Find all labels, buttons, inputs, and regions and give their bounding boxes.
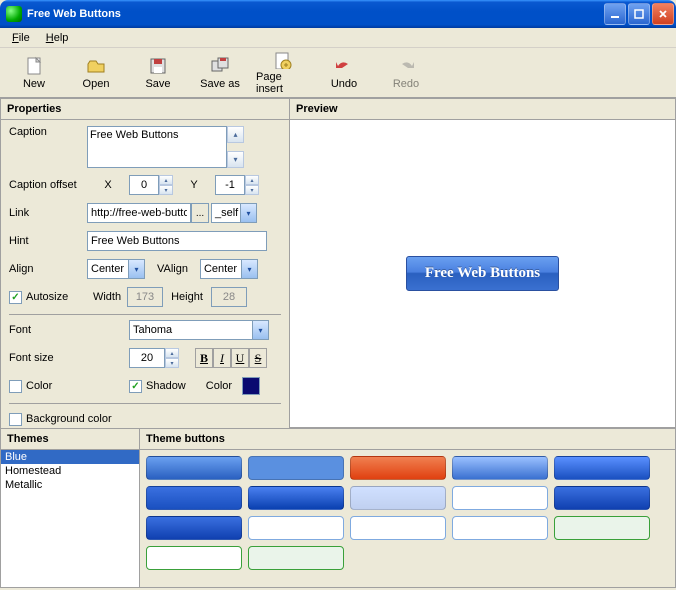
redo-button[interactable]: Redo (380, 51, 432, 95)
theme-item[interactable]: Homestead (1, 464, 139, 478)
theme-button[interactable] (248, 516, 344, 540)
link-input[interactable] (87, 203, 191, 223)
theme-button[interactable] (146, 546, 242, 570)
undo-button[interactable]: Undo (318, 51, 370, 95)
theme-button[interactable] (350, 516, 446, 540)
open-button[interactable]: Open (70, 51, 122, 95)
strike-button[interactable]: S (249, 348, 267, 368)
bold-button[interactable]: B (195, 348, 213, 368)
preview-panel: Preview Free Web Buttons (290, 98, 676, 428)
font-label: Font (9, 324, 129, 336)
caption-scroll-down[interactable]: ▾ (227, 151, 244, 168)
themes-panel: Themes BlueHomesteadMetallic (0, 428, 140, 588)
theme-button[interactable] (554, 456, 650, 480)
offset-y-input[interactable] (215, 175, 245, 195)
theme-button[interactable] (350, 486, 446, 510)
save-button[interactable]: Save (132, 51, 184, 95)
valign-label: VAlign (157, 263, 188, 275)
fontsize-up[interactable]: ▴ (165, 348, 179, 358)
new-button[interactable]: New (8, 51, 60, 95)
autosize-checkbox[interactable]: ✓Autosize (9, 291, 87, 304)
caption-label: Caption (9, 126, 87, 138)
theme-button[interactable] (452, 516, 548, 540)
shadowcolor-swatch[interactable] (242, 377, 260, 395)
offset-x-up[interactable]: ▴ (159, 175, 173, 185)
menu-file[interactable]: File (4, 30, 38, 46)
textcolor-checkbox[interactable]: Color (9, 380, 87, 393)
align-select[interactable]: Center▾ (87, 259, 145, 279)
caption-scroll-up[interactable]: ▴ (227, 126, 244, 143)
theme-button[interactable] (146, 456, 242, 480)
y-label: Y (173, 179, 215, 191)
offset-x-down[interactable]: ▾ (159, 185, 173, 195)
offset-x-input[interactable] (129, 175, 159, 195)
app-icon (6, 6, 22, 22)
width-label: Width (87, 291, 127, 303)
hint-label: Hint (9, 235, 87, 247)
window-title: Free Web Buttons (27, 8, 604, 20)
link-label: Link (9, 207, 87, 219)
theme-button[interactable] (146, 516, 242, 540)
properties-panel: Properties Caption Free Web Buttons ▴ ▾ … (0, 98, 290, 428)
theme-item[interactable]: Blue (1, 450, 139, 464)
properties-header: Properties (1, 99, 289, 120)
theme-buttons-grid (140, 450, 675, 587)
chevron-down-icon: ▾ (241, 260, 257, 278)
height-input[interactable] (211, 287, 247, 307)
titlebar: Free Web Buttons (0, 0, 676, 28)
minimize-button[interactable] (604, 3, 626, 25)
theme-button[interactable] (554, 516, 650, 540)
target-select[interactable]: _self▾ (211, 203, 257, 223)
theme-button[interactable] (146, 486, 242, 510)
theme-buttons-panel: Theme buttons (140, 428, 676, 588)
preview-button[interactable]: Free Web Buttons (406, 256, 559, 291)
fontsize-label: Font size (9, 352, 129, 364)
hint-input[interactable] (87, 231, 267, 251)
theme-button[interactable] (248, 486, 344, 510)
preview-header: Preview (290, 99, 675, 120)
offset-y-down[interactable]: ▾ (245, 185, 259, 195)
link-browse-button[interactable]: ... (191, 203, 209, 223)
theme-button[interactable] (452, 486, 548, 510)
width-input[interactable] (127, 287, 163, 307)
theme-button[interactable] (248, 456, 344, 480)
chevron-down-icon: ▾ (128, 260, 144, 278)
valign-select[interactable]: Center▾ (200, 259, 258, 279)
height-label: Height (163, 291, 211, 303)
close-button[interactable] (652, 3, 674, 25)
theme-button[interactable] (248, 546, 344, 570)
fontsize-down[interactable]: ▾ (165, 358, 179, 368)
bgcolor-checkbox[interactable]: Background color (9, 413, 112, 426)
theme-buttons-header: Theme buttons (140, 429, 675, 450)
menubar: File Help (0, 28, 676, 48)
theme-button[interactable] (452, 456, 548, 480)
pageinsert-button[interactable]: Page insert (256, 51, 308, 95)
theme-button[interactable] (350, 456, 446, 480)
chevron-down-icon: ▾ (252, 321, 268, 339)
font-select[interactable]: Tahoma▾ (129, 320, 269, 340)
maximize-button[interactable] (628, 3, 650, 25)
saveas-button[interactable]: Save as (194, 51, 246, 95)
shadowcolor-label: Color (206, 380, 232, 392)
caption-offset-label: Caption offset (9, 179, 87, 191)
shadow-checkbox[interactable]: ✓Shadow (129, 380, 186, 393)
themes-list: BlueHomesteadMetallic (1, 450, 139, 587)
fontsize-input[interactable] (129, 348, 165, 368)
align-label: Align (9, 263, 87, 275)
theme-button[interactable] (554, 486, 650, 510)
caption-input[interactable]: Free Web Buttons (87, 126, 227, 168)
chevron-down-icon: ▾ (240, 204, 256, 222)
underline-button[interactable]: U (231, 348, 249, 368)
theme-item[interactable]: Metallic (1, 478, 139, 492)
italic-button[interactable]: I (213, 348, 231, 368)
toolbar: New Open Save Save as Page insert Undo R… (0, 48, 676, 98)
menu-help[interactable]: Help (38, 30, 77, 46)
x-label: X (87, 179, 129, 191)
offset-y-up[interactable]: ▴ (245, 175, 259, 185)
themes-header: Themes (1, 429, 139, 450)
